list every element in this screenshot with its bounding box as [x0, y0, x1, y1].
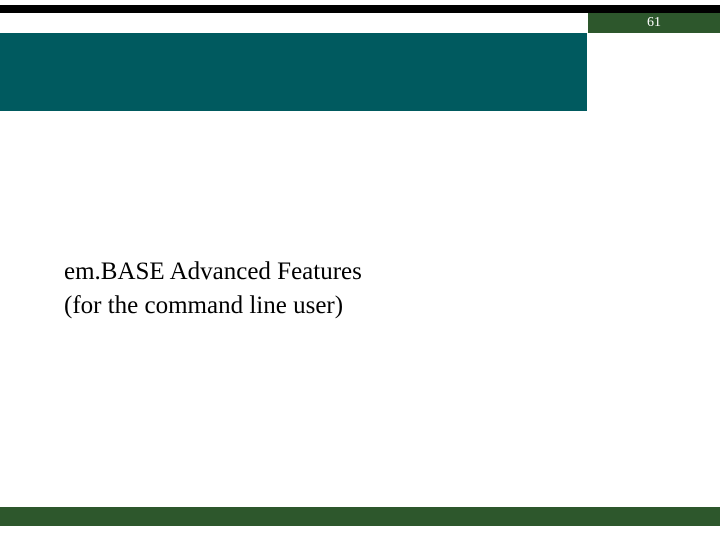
top-black-bar [0, 5, 720, 13]
page-number-box: 61 [588, 13, 720, 33]
bottom-green-bar [0, 507, 720, 526]
teal-banner [0, 33, 587, 111]
page-number: 61 [647, 15, 661, 31]
title-line-1: em.BASE Advanced Features [64, 255, 624, 289]
slide-content: em.BASE Advanced Features (for the comma… [64, 255, 624, 323]
title-line-2: (for the command line user) [64, 289, 624, 323]
